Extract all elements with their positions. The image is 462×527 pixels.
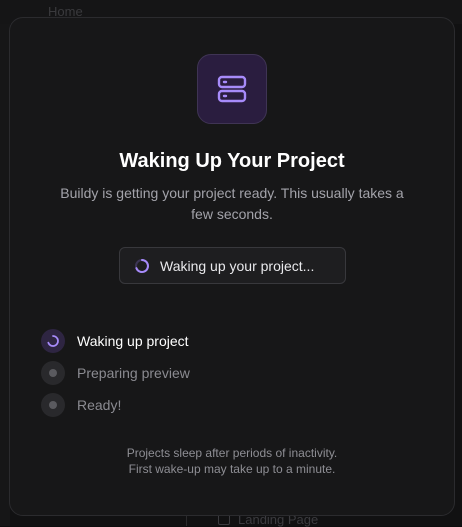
step-spinner-icon — [41, 329, 65, 353]
step-label: Preparing preview — [77, 365, 190, 381]
status-indicator: Waking up your project... — [119, 247, 346, 284]
server-icon — [217, 75, 247, 103]
step-label: Waking up project — [77, 333, 189, 349]
footnote-line-2: First wake-up may take up to a minute. — [128, 462, 336, 476]
spinner-icon — [135, 258, 149, 273]
progress-steps: Waking up project Preparing preview Read… — [41, 325, 421, 421]
step-preparing-preview: Preparing preview — [41, 357, 421, 389]
step-label: Ready! — [77, 397, 122, 413]
status-label: Waking up your project... — [160, 257, 315, 274]
modal-subtitle: Buildy is getting your project ready. Th… — [60, 185, 404, 222]
step-waking-up: Waking up project — [41, 325, 421, 357]
server-icon-tile — [197, 54, 267, 124]
step-ready: Ready! — [41, 389, 421, 421]
wake-up-modal: Waking Up Your Project Buildy is getting… — [9, 17, 455, 516]
footnote-line-1: Projects sleep after periods of inactivi… — [126, 446, 338, 460]
step-pending-dot-icon — [41, 393, 65, 417]
modal-footnote: Projects sleep after periods of inactivi… — [10, 445, 454, 477]
modal-title: Waking Up Your Project — [119, 150, 345, 172]
step-pending-dot-icon — [41, 361, 65, 385]
